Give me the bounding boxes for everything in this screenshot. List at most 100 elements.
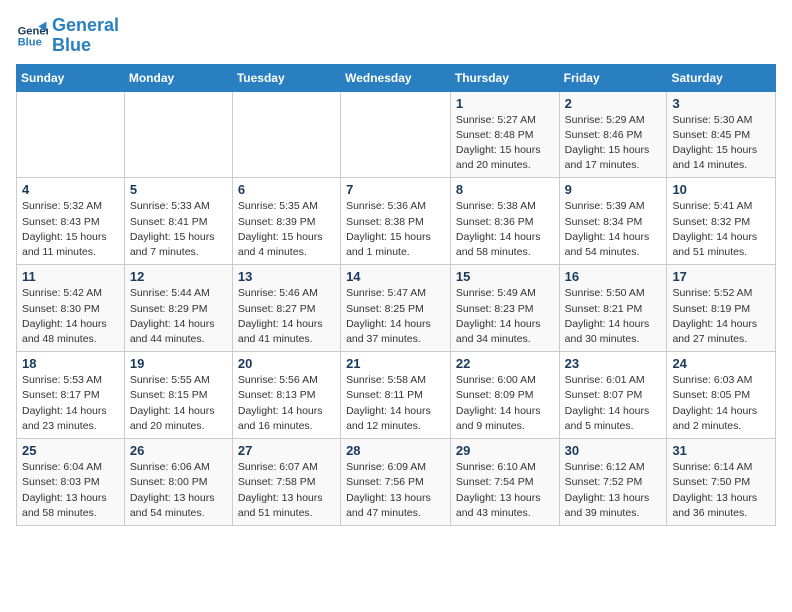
calendar-cell: 14 Sunrise: 5:47 AMSunset: 8:25 PMDayligh… — [341, 265, 451, 352]
calendar-cell: 18 Sunrise: 5:53 AMSunset: 8:17 PMDayligh… — [17, 352, 125, 439]
header-thursday: Thursday — [450, 64, 559, 91]
day-info: Sunrise: 5:53 AMSunset: 8:17 PMDaylight:… — [22, 373, 119, 434]
calendar-cell: 25 Sunrise: 6:04 AMSunset: 8:03 PMDayligh… — [17, 439, 125, 526]
calendar-cell: 21Sunrise: 5:58 AMSunset: 8:11 PMDayligh… — [341, 352, 451, 439]
header-saturday: Saturday — [667, 64, 776, 91]
calendar-cell: 8 Sunrise: 5:38 AMSunset: 8:36 PMDaylight… — [450, 178, 559, 265]
calendar-cell — [124, 91, 232, 178]
calendar-cell: 1Sunrise: 5:27 AMSunset: 8:48 PMDaylight… — [450, 91, 559, 178]
calendar-cell: 4 Sunrise: 5:32 AMSunset: 8:43 PMDaylight… — [17, 178, 125, 265]
day-number: 26 — [130, 443, 227, 458]
calendar-cell: 12 Sunrise: 5:44 AMSunset: 8:29 PMDayligh… — [124, 265, 232, 352]
calendar-cell: 3 Sunrise: 5:30 AMSunset: 8:45 PMDaylight… — [667, 91, 776, 178]
calendar-week-row: 18 Sunrise: 5:53 AMSunset: 8:17 PMDayligh… — [17, 352, 776, 439]
day-info: Sunrise: 5:44 AMSunset: 8:29 PMDaylight:… — [130, 286, 227, 347]
day-number: 12 — [130, 269, 227, 284]
day-number: 30 — [565, 443, 662, 458]
calendar-week-row: 25 Sunrise: 6:04 AMSunset: 8:03 PMDayligh… — [17, 439, 776, 526]
calendar-cell: 27 Sunrise: 6:07 AMSunset: 7:58 PMDayligh… — [232, 439, 340, 526]
day-info: Sunrise: 6:07 AMSunset: 7:58 PMDaylight:… — [238, 460, 335, 521]
header-tuesday: Tuesday — [232, 64, 340, 91]
day-number: 15 — [456, 269, 554, 284]
calendar-week-row: 1Sunrise: 5:27 AMSunset: 8:48 PMDaylight… — [17, 91, 776, 178]
calendar-cell: 24 Sunrise: 6:03 AMSunset: 8:05 PMDayligh… — [667, 352, 776, 439]
day-number: 23 — [565, 356, 662, 371]
calendar-week-row: 11Sunrise: 5:42 AMSunset: 8:30 PMDayligh… — [17, 265, 776, 352]
logo-icon: General Blue — [16, 20, 48, 52]
calendar-week-row: 4 Sunrise: 5:32 AMSunset: 8:43 PMDaylight… — [17, 178, 776, 265]
day-number: 27 — [238, 443, 335, 458]
day-info: Sunrise: 5:55 AMSunset: 8:15 PMDaylight:… — [130, 373, 227, 434]
calendar-cell: 16 Sunrise: 5:50 AMSunset: 8:21 PMDayligh… — [559, 265, 667, 352]
calendar-cell: 10Sunrise: 5:41 AMSunset: 8:32 PMDayligh… — [667, 178, 776, 265]
day-info: Sunrise: 5:56 AMSunset: 8:13 PMDaylight:… — [238, 373, 335, 434]
day-number: 29 — [456, 443, 554, 458]
day-number: 4 — [22, 182, 119, 197]
calendar-cell: 23 Sunrise: 6:01 AMSunset: 8:07 PMDayligh… — [559, 352, 667, 439]
calendar-cell: 11Sunrise: 5:42 AMSunset: 8:30 PMDayligh… — [17, 265, 125, 352]
calendar-header-row: SundayMondayTuesdayWednesdayThursdayFrid… — [17, 64, 776, 91]
day-info: Sunrise: 5:46 AMSunset: 8:27 PMDaylight:… — [238, 286, 335, 347]
day-info: Sunrise: 5:32 AMSunset: 8:43 PMDaylight:… — [22, 199, 119, 260]
day-number: 19 — [130, 356, 227, 371]
day-number: 11 — [22, 269, 119, 284]
day-info: Sunrise: 5:30 AMSunset: 8:45 PMDaylight:… — [672, 113, 770, 174]
calendar-cell: 17Sunrise: 5:52 AMSunset: 8:19 PMDayligh… — [667, 265, 776, 352]
calendar-cell: 13 Sunrise: 5:46 AMSunset: 8:27 PMDayligh… — [232, 265, 340, 352]
calendar-cell: 31 Sunrise: 6:14 AMSunset: 7:50 PMDayligh… — [667, 439, 776, 526]
day-number: 31 — [672, 443, 770, 458]
calendar-cell — [17, 91, 125, 178]
day-number: 14 — [346, 269, 445, 284]
logo: General Blue General Blue — [16, 16, 119, 56]
day-info: Sunrise: 5:35 AMSunset: 8:39 PMDaylight:… — [238, 199, 335, 260]
calendar-cell — [341, 91, 451, 178]
day-info: Sunrise: 5:33 AMSunset: 8:41 PMDaylight:… — [130, 199, 227, 260]
day-info: Sunrise: 5:38 AMSunset: 8:36 PMDaylight:… — [456, 199, 554, 260]
calendar-cell: 20 Sunrise: 5:56 AMSunset: 8:13 PMDayligh… — [232, 352, 340, 439]
day-number: 8 — [456, 182, 554, 197]
calendar-cell: 19 Sunrise: 5:55 AMSunset: 8:15 PMDayligh… — [124, 352, 232, 439]
day-number: 22 — [456, 356, 554, 371]
calendar-cell: 30Sunrise: 6:12 AMSunset: 7:52 PMDayligh… — [559, 439, 667, 526]
header-friday: Friday — [559, 64, 667, 91]
day-info: Sunrise: 5:39 AMSunset: 8:34 PMDaylight:… — [565, 199, 662, 260]
calendar-cell: 6 Sunrise: 5:35 AMSunset: 8:39 PMDaylight… — [232, 178, 340, 265]
calendar-cell: 22 Sunrise: 6:00 AMSunset: 8:09 PMDayligh… — [450, 352, 559, 439]
day-number: 3 — [672, 96, 770, 111]
day-number: 25 — [22, 443, 119, 458]
calendar-table: SundayMondayTuesdayWednesdayThursdayFrid… — [16, 64, 776, 526]
day-info: Sunrise: 6:01 AMSunset: 8:07 PMDaylight:… — [565, 373, 662, 434]
day-info: Sunrise: 6:10 AMSunset: 7:54 PMDaylight:… — [456, 460, 554, 521]
day-info: Sunrise: 5:49 AMSunset: 8:23 PMDaylight:… — [456, 286, 554, 347]
day-info: Sunrise: 5:52 AMSunset: 8:19 PMDaylight:… — [672, 286, 770, 347]
calendar-cell: 7 Sunrise: 5:36 AMSunset: 8:38 PMDaylight… — [341, 178, 451, 265]
svg-text:Blue: Blue — [18, 36, 42, 48]
logo-text-line2: Blue — [52, 36, 119, 56]
calendar-cell: 2 Sunrise: 5:29 AMSunset: 8:46 PMDaylight… — [559, 91, 667, 178]
header-monday: Monday — [124, 64, 232, 91]
day-number: 21 — [346, 356, 445, 371]
page-header: General Blue General Blue — [16, 16, 776, 56]
day-number: 24 — [672, 356, 770, 371]
day-number: 13 — [238, 269, 335, 284]
day-info: Sunrise: 5:29 AMSunset: 8:46 PMDaylight:… — [565, 113, 662, 174]
day-number: 18 — [22, 356, 119, 371]
day-info: Sunrise: 5:36 AMSunset: 8:38 PMDaylight:… — [346, 199, 445, 260]
day-number: 7 — [346, 182, 445, 197]
day-info: Sunrise: 6:09 AMSunset: 7:56 PMDaylight:… — [346, 460, 445, 521]
calendar-cell: 15 Sunrise: 5:49 AMSunset: 8:23 PMDayligh… — [450, 265, 559, 352]
day-info: Sunrise: 6:14 AMSunset: 7:50 PMDaylight:… — [672, 460, 770, 521]
logo-text-line1: General — [52, 16, 119, 36]
day-info: Sunrise: 6:06 AMSunset: 8:00 PMDaylight:… — [130, 460, 227, 521]
day-info: Sunrise: 6:03 AMSunset: 8:05 PMDaylight:… — [672, 373, 770, 434]
day-number: 10 — [672, 182, 770, 197]
day-info: Sunrise: 5:50 AMSunset: 8:21 PMDaylight:… — [565, 286, 662, 347]
day-info: Sunrise: 6:04 AMSunset: 8:03 PMDaylight:… — [22, 460, 119, 521]
day-number: 9 — [565, 182, 662, 197]
day-number: 2 — [565, 96, 662, 111]
day-number: 20 — [238, 356, 335, 371]
day-number: 6 — [238, 182, 335, 197]
day-info: Sunrise: 6:00 AMSunset: 8:09 PMDaylight:… — [456, 373, 554, 434]
day-info: Sunrise: 5:47 AMSunset: 8:25 PMDaylight:… — [346, 286, 445, 347]
day-number: 16 — [565, 269, 662, 284]
